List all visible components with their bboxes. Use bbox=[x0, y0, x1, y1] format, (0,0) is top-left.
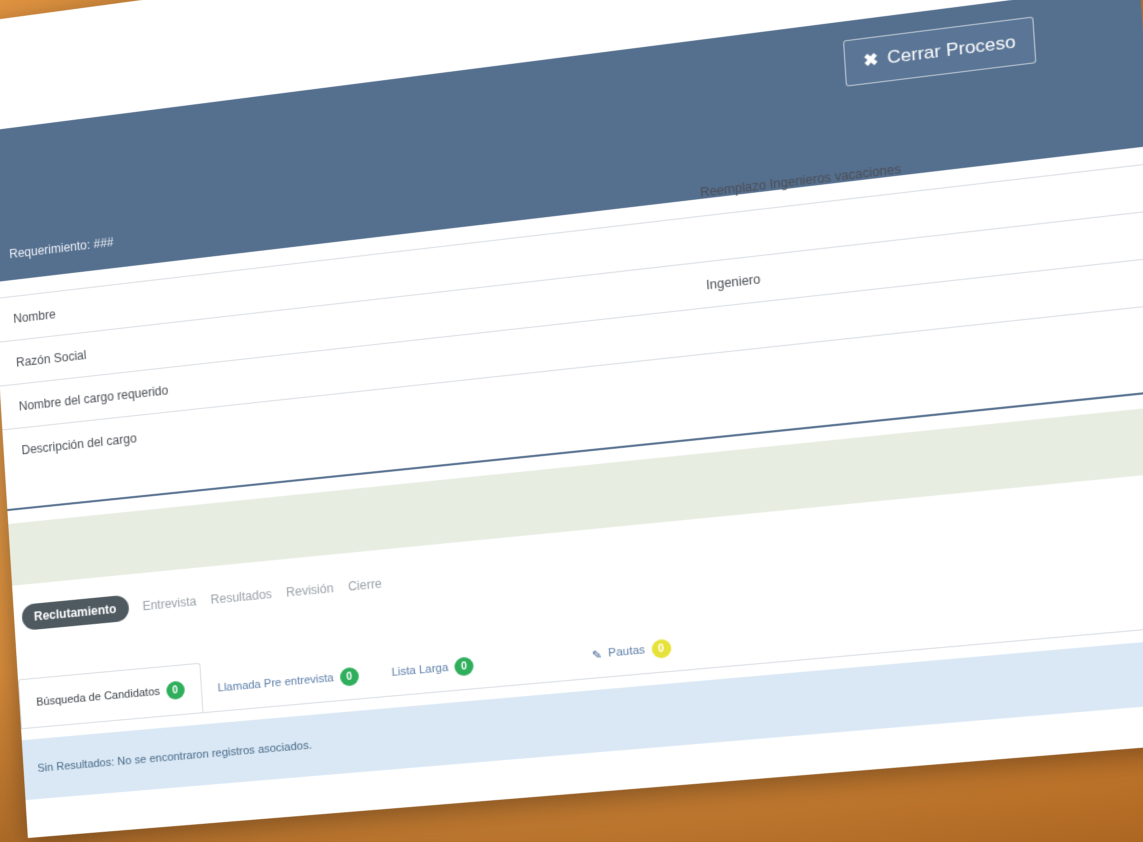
tab-llamada-pre-entrevista[interactable]: Llamada Pre entrevista 0 bbox=[200, 652, 376, 712]
tab-label: Búsqueda de Candidatos bbox=[35, 685, 161, 709]
close-icon: ✖ bbox=[862, 50, 879, 71]
tab-busqueda-candidatos[interactable]: Búsqueda de Candidatos 0 bbox=[17, 662, 203, 729]
step-item[interactable]: Revisión bbox=[286, 581, 334, 600]
close-process-label: Cerrar Proceso bbox=[886, 31, 1017, 68]
count-badge: 0 bbox=[339, 666, 360, 687]
tab-label: Lista Larga bbox=[391, 661, 449, 680]
row-value: Reemplazo Ingenieros vacaciones bbox=[699, 161, 902, 201]
step-item[interactable]: Cierre bbox=[348, 576, 383, 594]
alert-text: Sin Resultados: No se encontraron regist… bbox=[37, 739, 313, 775]
row-label: Nombre del cargo requerido bbox=[18, 382, 169, 414]
row-label: Razón Social bbox=[15, 347, 87, 370]
row-label: Descripción del cargo bbox=[21, 430, 138, 457]
tab-lista-larga[interactable]: Lista Larga 0 bbox=[374, 641, 492, 696]
count-badge: 0 bbox=[454, 656, 475, 677]
count-badge: 0 bbox=[650, 638, 672, 659]
row-value: Ingeniero bbox=[705, 271, 761, 293]
step-active[interactable]: Reclutamiento bbox=[21, 594, 130, 631]
tab-label: Pautas bbox=[607, 643, 646, 660]
app-window: ✖ Cerrar Proceso Requerimiento: ### Reem… bbox=[0, 0, 1143, 840]
pencil-icon: ✎ bbox=[591, 648, 603, 662]
tab-pautas[interactable]: ✎ Pautas 0 bbox=[574, 623, 690, 679]
close-process-button[interactable]: ✖ Cerrar Proceso bbox=[843, 16, 1037, 87]
tab-label: Llamada Pre entrevista bbox=[217, 672, 335, 695]
step-item[interactable]: Entrevista bbox=[142, 594, 197, 613]
step-item[interactable]: Resultados bbox=[210, 587, 272, 607]
page-sheet: ✖ Cerrar Proceso Requerimiento: ### Reem… bbox=[0, 0, 1143, 839]
count-badge: 0 bbox=[165, 680, 185, 701]
row-label: Nombre bbox=[12, 306, 57, 326]
